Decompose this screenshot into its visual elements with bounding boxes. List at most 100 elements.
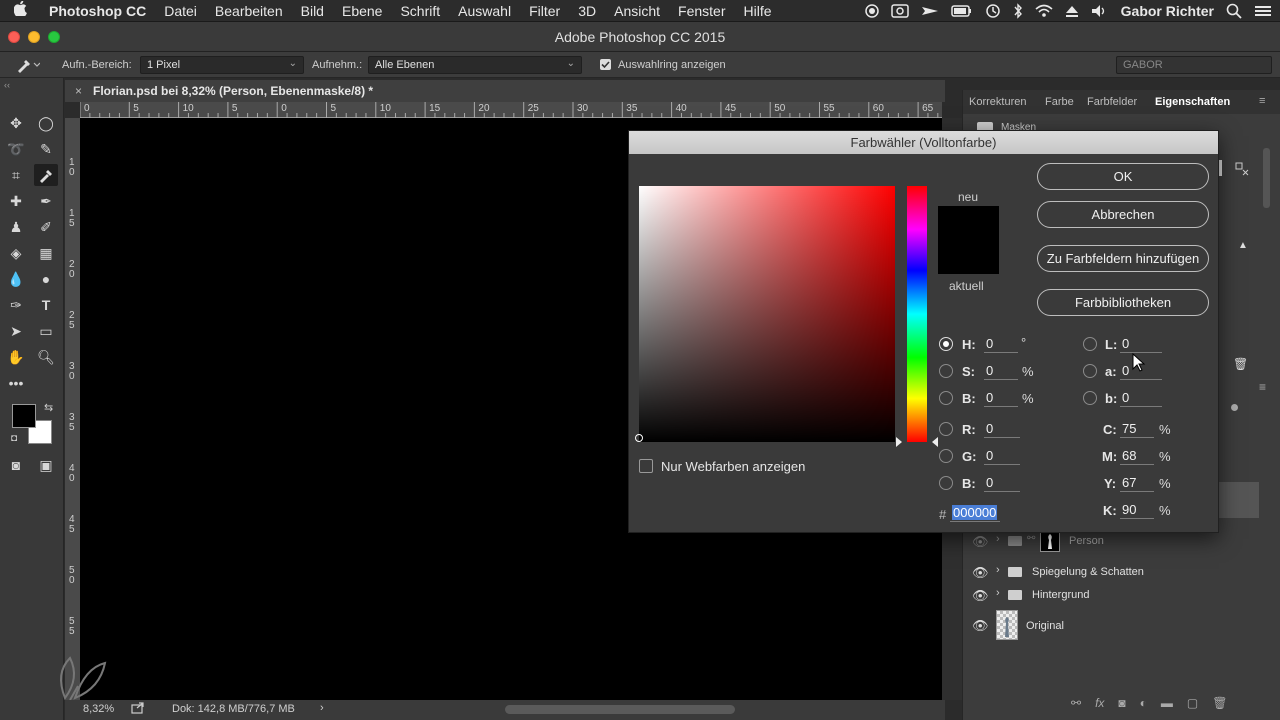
link-icon[interactable]: ⚯ — [1027, 533, 1035, 544]
y-input[interactable]: 67 — [1120, 475, 1154, 492]
layer-mask-thumbnail[interactable] — [1040, 530, 1060, 552]
menu-3d[interactable]: 3D — [569, 3, 605, 19]
foreground-color-swatch[interactable] — [12, 404, 36, 428]
menu-bild[interactable]: Bild — [292, 3, 333, 19]
horizontal-ruler[interactable]: 0 5 10 5 0 5 10 15 20 25 30 35 40 45 50 55 60 65 — [80, 102, 942, 118]
g-radio[interactable] — [939, 449, 953, 463]
user-name[interactable]: Gabor Richter — [1121, 3, 1214, 19]
chevron-right-icon[interactable]: › — [996, 533, 1000, 545]
color-field[interactable] — [635, 186, 895, 442]
b-rgb-input[interactable]: 0 — [984, 475, 1020, 492]
color-field-cursor[interactable] — [635, 434, 643, 442]
h-radio[interactable] — [939, 337, 953, 351]
document-tab[interactable]: × Florian.psd bei 8,32% (Person, Ebenenm… — [65, 80, 945, 102]
color-libraries-button[interactable]: Farbbibliotheken — [1037, 289, 1209, 316]
hue-slider[interactable] — [907, 186, 927, 442]
adjustment-icon[interactable]: ◐ — [1140, 696, 1147, 712]
menu-photoshop[interactable]: Photoshop CC — [40, 3, 155, 19]
eye-icon[interactable]: 👁︎ — [972, 618, 989, 634]
current-color-swatch[interactable] — [938, 240, 999, 274]
b-lab-input[interactable]: 0 — [1120, 390, 1162, 407]
pen-tool-icon[interactable]: ✑ — [4, 294, 28, 316]
show-ring-checkbox[interactable] — [600, 59, 611, 73]
send-icon[interactable] — [921, 4, 939, 18]
eyedropper-tool-icon[interactable] — [14, 56, 41, 77]
r-radio[interactable] — [939, 422, 953, 436]
eye-icon[interactable]: 👁︎ — [972, 534, 989, 550]
apple-icon[interactable] — [0, 0, 40, 20]
h-input[interactable]: 0 — [984, 336, 1018, 353]
menu-auswahl[interactable]: Auswahl — [449, 3, 520, 19]
horizontal-scrollbar[interactable] — [505, 705, 735, 714]
share-icon[interactable] — [131, 702, 145, 717]
properties-scrollbar[interactable] — [1263, 148, 1270, 208]
l-input[interactable]: 0 — [1120, 336, 1162, 353]
slider-handle-icon[interactable]: ▲ — [1238, 240, 1248, 251]
dodge-tool-icon[interactable]: ● — [34, 268, 58, 290]
panel-menu-icon[interactable]: ≡ — [1259, 95, 1265, 107]
zoom-level[interactable]: 8,32% — [83, 703, 114, 715]
rectangle-tool-icon[interactable]: ▭ — [34, 320, 58, 342]
path-selection-tool-icon[interactable]: ➤ — [4, 320, 28, 342]
menu-ebene[interactable]: Ebene — [333, 3, 391, 19]
more-tools-icon[interactable]: ••• — [4, 372, 28, 394]
swap-colors-icon[interactable]: ⇆ — [44, 401, 53, 414]
new-layer-icon[interactable]: ▢ — [1187, 696, 1198, 712]
link-icon[interactable]: ⚯ — [1071, 696, 1081, 712]
quick-selection-tool-icon[interactable]: ✎ — [34, 138, 58, 160]
mask-options-icon[interactable] — [1235, 162, 1249, 176]
menu-hilfe[interactable]: Hilfe — [735, 3, 781, 19]
close-tab-icon[interactable]: × — [75, 84, 82, 98]
workspace-select[interactable]: GABOR — [1116, 56, 1272, 74]
brush-tool-icon[interactable]: ✒ — [34, 190, 58, 212]
a-radio[interactable] — [1083, 364, 1097, 378]
volume-icon[interactable] — [1091, 4, 1109, 18]
spotlight-icon[interactable] — [1226, 3, 1242, 19]
trash-icon[interactable]: 🗑︎ — [1212, 696, 1227, 712]
crop-tool-icon[interactable]: ⌗ — [4, 164, 28, 186]
new-group-icon[interactable]: ▬ — [1161, 696, 1173, 712]
bluetooth-icon[interactable] — [1013, 3, 1023, 19]
type-tool-icon[interactable]: T — [34, 294, 58, 316]
hand-tool-icon[interactable]: ✋ — [4, 346, 28, 368]
screen-mode-icon[interactable]: ▣ — [34, 454, 58, 476]
sample-size-select[interactable]: 1 Pixel ⌄ — [140, 56, 304, 74]
web-colors-checkbox[interactable] — [639, 459, 653, 473]
cancel-button[interactable]: Abbrechen — [1037, 201, 1209, 228]
fx-icon[interactable]: fx — [1095, 696, 1104, 712]
move-tool-icon[interactable]: ✥ — [4, 112, 28, 134]
delete-mask-icon[interactable]: 🗑︎ — [1233, 357, 1248, 371]
blur-tool-icon[interactable]: 💧 — [4, 268, 28, 290]
wifi-icon[interactable] — [1035, 4, 1053, 18]
menu-bearbeiten[interactable]: Bearbeiten — [206, 3, 292, 19]
tab-korrekturen[interactable]: Korrekturen — [969, 96, 1026, 108]
quick-mask-icon[interactable]: ◙ — [4, 454, 28, 476]
menu-fenster[interactable]: Fenster — [669, 3, 734, 19]
chevron-right-icon[interactable]: › — [996, 587, 1000, 599]
vertical-ruler[interactable]: 1 0 1 5 2 0 2 5 3 0 3 5 4 0 4 5 5 0 5 5 — [65, 118, 80, 700]
menu-datei[interactable]: Datei — [155, 3, 206, 19]
menu-schrift[interactable]: Schrift — [391, 3, 449, 19]
l-radio[interactable] — [1083, 337, 1097, 351]
eye-icon[interactable]: 👁︎ — [972, 565, 989, 581]
hex-input[interactable]: 000000 — [950, 505, 1000, 522]
history-brush-tool-icon[interactable]: ✐ — [34, 216, 58, 238]
tab-farbe[interactable]: Farbe — [1045, 96, 1074, 108]
m-input[interactable]: 68 — [1120, 448, 1154, 465]
healing-brush-tool-icon[interactable]: ✚ — [4, 190, 28, 212]
b-lab-radio[interactable] — [1083, 391, 1097, 405]
tab-eigenschaften[interactable]: Eigenschaften — [1155, 96, 1230, 108]
list-icon[interactable] — [1254, 4, 1272, 18]
sample-select[interactable]: Alle Ebenen ⌄ — [368, 56, 582, 74]
doc-info[interactable]: Dok: 142,8 MB/776,7 MB — [172, 703, 295, 715]
marquee-tool-icon[interactable]: ◯ — [34, 112, 58, 134]
r-input[interactable]: 0 — [984, 421, 1020, 438]
eye-icon[interactable]: 👁︎ — [972, 588, 989, 604]
b-hsb-radio[interactable] — [939, 391, 953, 405]
status-menu-arrow[interactable]: › — [320, 702, 324, 714]
b-rgb-radio[interactable] — [939, 476, 953, 490]
chevron-right-icon[interactable]: › — [996, 564, 1000, 576]
c-input[interactable]: 75 — [1120, 421, 1154, 438]
default-colors-icon[interactable]: ◘ — [11, 433, 17, 444]
layer-row[interactable]: 👁︎ › Hintergrund — [963, 582, 1280, 608]
